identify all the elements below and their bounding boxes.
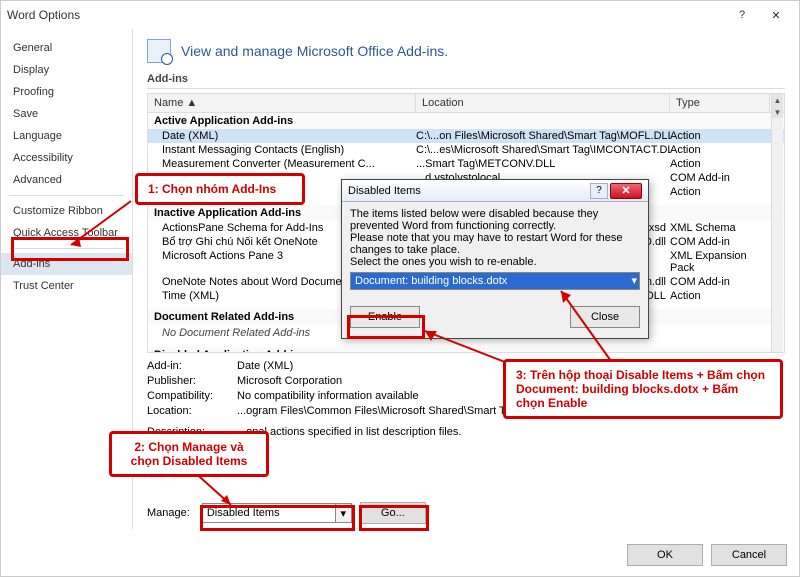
col-name[interactable]: Name ▲ xyxy=(148,94,416,112)
sidebar-item-save[interactable]: Save xyxy=(1,103,132,125)
disabled-item-listbox[interactable]: Document: building blocks.dotx ▾ xyxy=(350,272,640,290)
sidebar-item-display[interactable]: Display xyxy=(1,59,132,81)
page-header: View and manage Microsoft Office Add-ins… xyxy=(181,43,448,59)
go-button[interactable]: Go... xyxy=(360,502,426,524)
col-type[interactable]: Type xyxy=(670,94,770,112)
enable-button[interactable]: Enable xyxy=(350,306,420,328)
chevron-down-icon: ▾ xyxy=(631,274,637,287)
scrollbar[interactable]: ▲▼ xyxy=(771,94,783,352)
cancel-button[interactable]: Cancel xyxy=(711,544,787,566)
dialog-footer: OK Cancel xyxy=(627,544,787,566)
inner-text: Please note that you may have to restart… xyxy=(350,232,640,256)
group-active: Active Application Add-ins xyxy=(148,113,784,129)
ok-button[interactable]: OK xyxy=(627,544,703,566)
sidebar-item-general[interactable]: General xyxy=(1,37,132,59)
sidebar-item-customize-ribbon[interactable]: Customize Ribbon xyxy=(1,200,132,222)
inner-close-button[interactable]: ✕ xyxy=(610,183,642,199)
manage-combo[interactable]: Disabled Items ▾ xyxy=(202,503,352,523)
disabled-items-dialog: Disabled Items ? ✕ The items listed belo… xyxy=(341,179,649,339)
sidebar-item-language[interactable]: Language xyxy=(1,125,132,147)
inner-text: The items listed below were disabled bec… xyxy=(350,208,640,232)
titlebar: Word Options ? ✕ xyxy=(1,1,799,29)
section-addins: Add-ins xyxy=(147,73,785,89)
help-button[interactable]: ? xyxy=(725,4,759,26)
col-location[interactable]: Location xyxy=(416,94,670,112)
sidebar-item-proofing[interactable]: Proofing xyxy=(1,81,132,103)
inner-title: Disabled Items xyxy=(348,185,421,197)
window-title: Word Options xyxy=(7,8,725,22)
chevron-down-icon[interactable]: ▾ xyxy=(335,504,351,522)
sidebar-item-addins[interactable]: Add-ins xyxy=(1,253,132,275)
table-row[interactable]: Instant Messaging Contacts (English)C:\.… xyxy=(148,143,784,157)
sidebar-item-accessibility[interactable]: Accessibility xyxy=(1,147,132,169)
table-row[interactable]: Measurement Converter (Measurement C....… xyxy=(148,157,784,171)
addin-details: Add-in:Date (XML) Publisher:Microsoft Co… xyxy=(147,359,785,440)
table-row[interactable]: Date (XML)C:\...on Files\Microsoft Share… xyxy=(148,129,784,143)
inner-help-button[interactable]: ? xyxy=(590,183,608,199)
sidebar: General Display Proofing Save Language A… xyxy=(1,29,133,529)
sidebar-item-trust-center[interactable]: Trust Center xyxy=(1,275,132,297)
sidebar-item-qat[interactable]: Quick Access Toolbar xyxy=(1,222,132,244)
close-button[interactable]: ✕ xyxy=(759,4,793,26)
group-disabled: Disabled Application Add-ins xyxy=(148,347,784,353)
inner-close-button2[interactable]: Close xyxy=(570,306,640,328)
sidebar-item-advanced[interactable]: Advanced xyxy=(1,169,132,191)
addins-icon xyxy=(147,39,171,63)
inner-text: Select the ones you wish to re-enable. xyxy=(350,256,640,268)
manage-bar: Manage: Disabled Items ▾ Go... xyxy=(147,502,426,524)
manage-label: Manage: xyxy=(147,507,190,519)
word-options-dialog: Word Options ? ✕ General Display Proofin… xyxy=(0,0,800,577)
